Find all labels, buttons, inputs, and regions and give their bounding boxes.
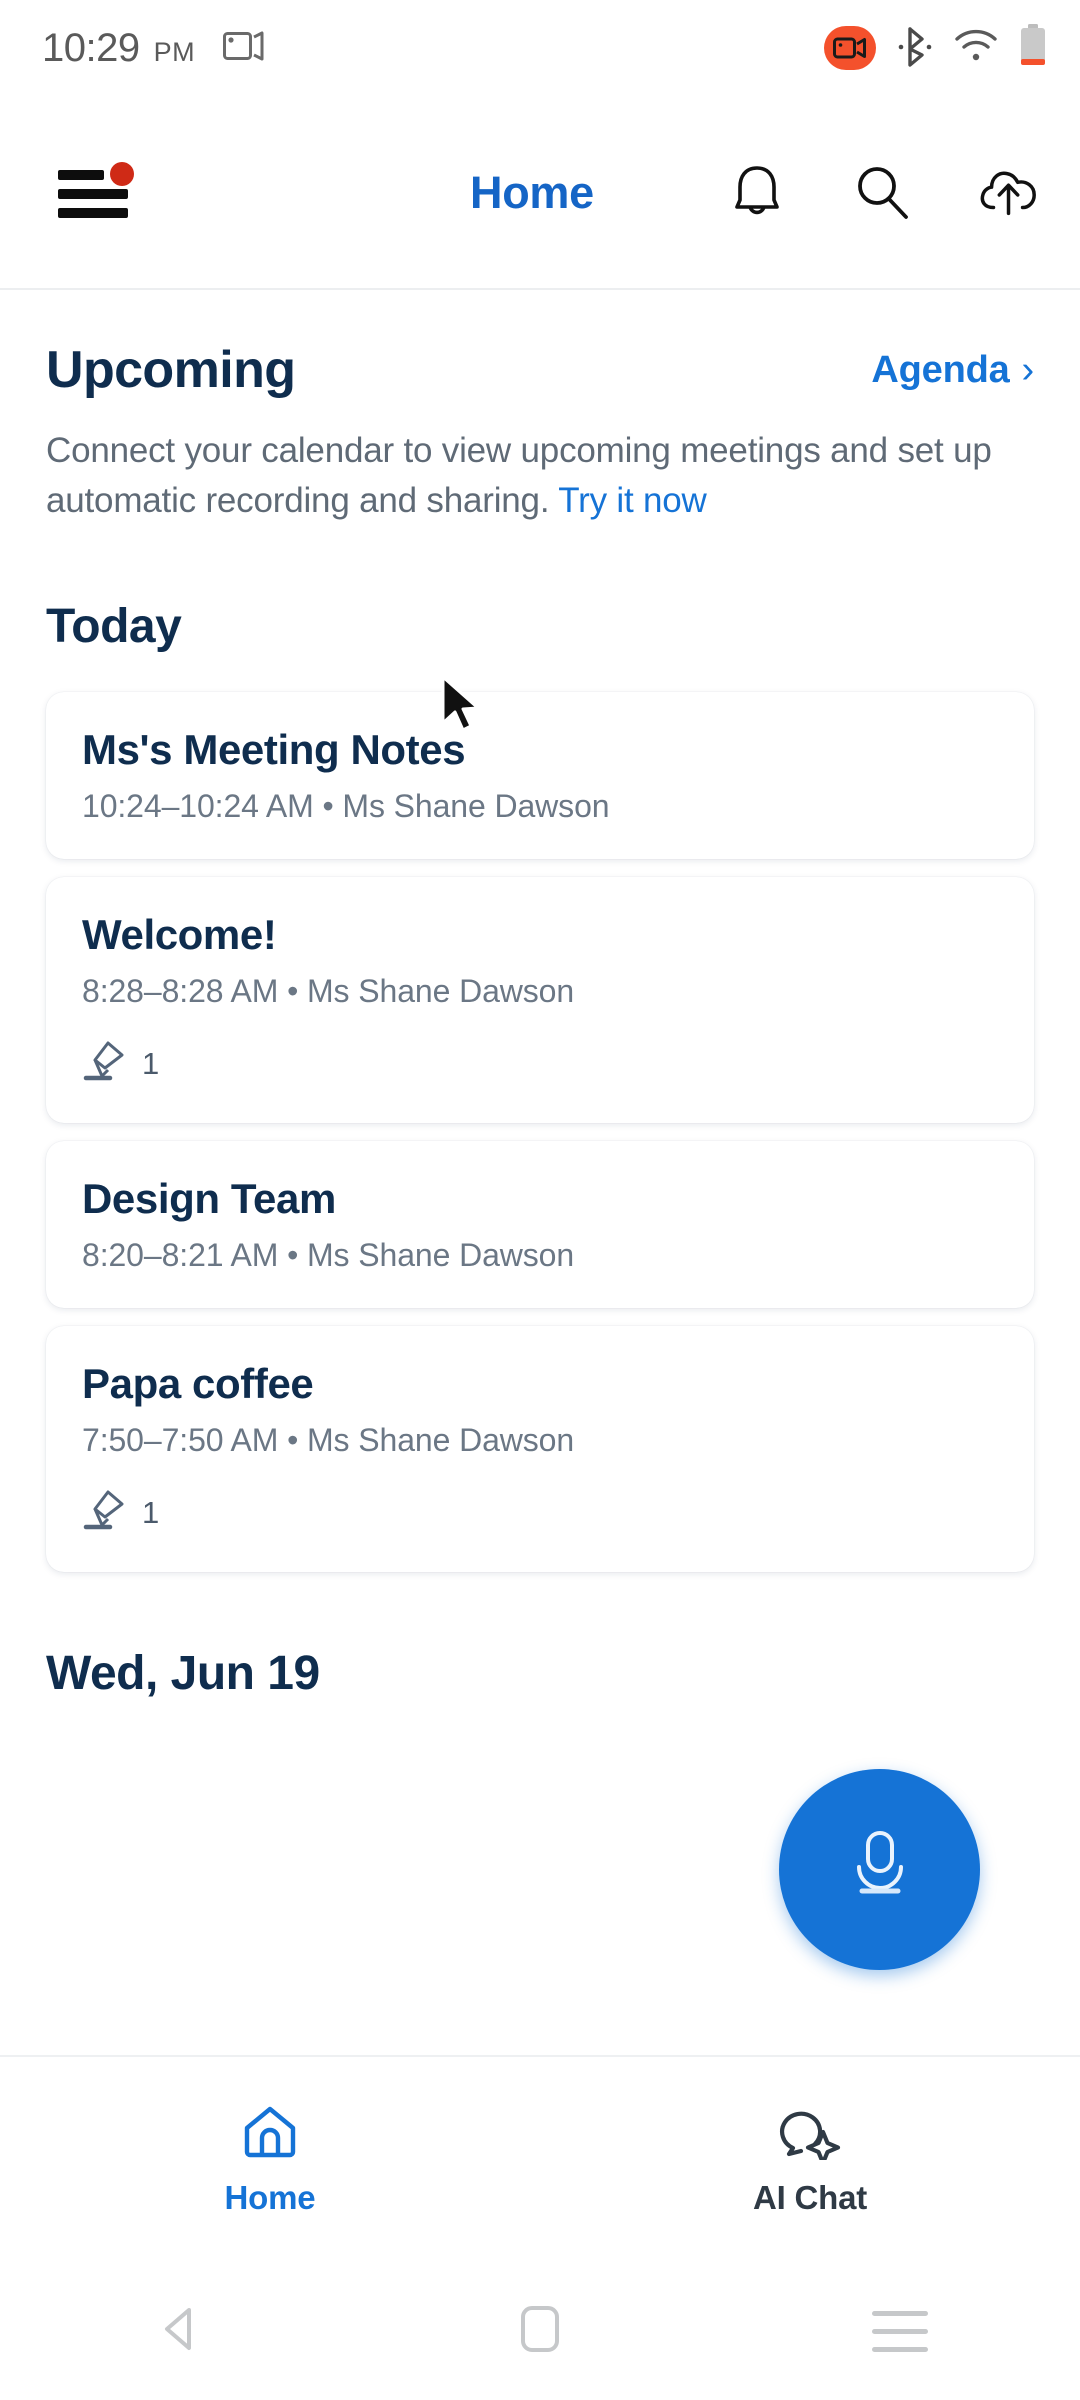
next-day-heading: Wed, Jun 19 (46, 1647, 320, 1701)
back-icon (158, 2305, 202, 2358)
app-bar: Home (0, 96, 1080, 290)
highlighter-icon (82, 1487, 128, 1538)
meeting-card[interactable]: Welcome! 8:28–8:28 AM • Ms Shane Dawson (46, 877, 1034, 1124)
menu-badge-dot (110, 162, 134, 186)
record-fab-button[interactable] (779, 1769, 980, 1970)
meeting-subtitle: 10:24–10:24 AM • Ms Shane Dawson (82, 788, 998, 825)
meeting-time: 7:50–7:50 AM (82, 1422, 279, 1459)
wifi-icon (954, 28, 998, 69)
hamburger-line (58, 189, 128, 199)
meeting-title: Papa coffee (82, 1360, 314, 1408)
meeting-subtitle: 8:20–8:21 AM • Ms Shane Dawson (82, 1237, 998, 1274)
recents-icon (872, 2311, 928, 2352)
meeting-owner: Ms Shane Dawson (342, 788, 610, 825)
meeting-title: Ms's Meeting Notes (82, 726, 466, 774)
bottom-nav-label: Home (224, 2178, 316, 2216)
meeting-owner: Ms Shane Dawson (307, 1422, 575, 1459)
highlight-count: 1 (142, 1494, 160, 1530)
hamburger-line (58, 208, 128, 218)
hamburger-menu-icon[interactable] (58, 162, 134, 224)
system-home-button[interactable] (360, 2304, 720, 2359)
meeting-owner: Ms Shane Dawson (307, 973, 575, 1010)
meeting-time: 8:20–8:21 AM (82, 1237, 279, 1274)
highlighter-icon (82, 1038, 128, 1089)
upcoming-description-text: Connect your calendar to view upcoming m… (46, 431, 992, 520)
app-bar-actions (726, 162, 1040, 224)
bluetooth-icon (898, 25, 932, 72)
upcoming-description: Connect your calendar to view upcoming m… (0, 400, 1080, 525)
screen-record-icon (824, 26, 876, 70)
meeting-separator: • (287, 1237, 299, 1274)
battery-icon (1020, 23, 1046, 73)
meeting-time: 8:28–8:28 AM (82, 973, 279, 1010)
meeting-owner: Ms Shane Dawson (307, 1237, 575, 1274)
bottom-nav-label: AI Chat (752, 2178, 868, 2216)
ai-chat-sparkle-icon (779, 2104, 841, 2165)
meeting-separator: • (287, 973, 299, 1010)
bottom-navigation: Home AI Chat (0, 2057, 1080, 2263)
mouse-cursor (440, 675, 486, 742)
meeting-subtitle: 7:50–7:50 AM • Ms Shane Dawson (82, 1422, 998, 1459)
screen-cast-icon (223, 31, 265, 70)
meeting-time: 10:24–10:24 AM (82, 788, 314, 825)
bottom-nav-item-ai-chat[interactable]: AI Chat (540, 2104, 1080, 2217)
meeting-card[interactable]: Ms's Meeting Notes 10:24–10:24 AM • Ms S… (46, 692, 1034, 860)
today-heading: Today (46, 600, 182, 654)
meeting-highlight-meta: 1 (82, 1487, 998, 1538)
notifications-bell-icon[interactable] (726, 162, 788, 224)
system-navigation-bar (0, 2263, 1080, 2400)
microphone-icon (841, 1825, 919, 1914)
status-ampm: PM (153, 36, 196, 67)
status-bar-left: 10:29 PM (42, 26, 265, 71)
search-icon[interactable] (852, 162, 914, 224)
meeting-title: Welcome! (82, 911, 277, 959)
recents-line (872, 2347, 928, 2352)
upcoming-section-header: Upcoming Agenda › (0, 290, 1080, 400)
meeting-highlight-meta: 1 (82, 1038, 998, 1089)
home-icon (241, 2104, 299, 2165)
system-recents-button[interactable] (720, 2311, 1080, 2352)
status-bar-right (824, 23, 1046, 73)
try-it-now-link[interactable]: Try it now (558, 481, 707, 520)
meeting-separator: • (287, 1422, 299, 1459)
meeting-card[interactable]: Design Team 8:20–8:21 AM • Ms Shane Daws… (46, 1141, 1034, 1309)
agenda-link[interactable]: Agenda › (871, 349, 1034, 392)
status-time: 10:29 (42, 25, 140, 70)
recents-line (872, 2329, 928, 2334)
meeting-subtitle: 8:28–8:28 AM • Ms Shane Dawson (82, 973, 998, 1010)
system-back-button[interactable] (0, 2305, 360, 2358)
upcoming-title: Upcoming (46, 341, 296, 399)
bottom-nav-item-home[interactable]: Home (0, 2104, 540, 2217)
meeting-separator: • (322, 788, 334, 825)
chevron-right-icon: › (1021, 349, 1035, 391)
page-title: Home (470, 167, 594, 218)
today-meeting-list: Ms's Meeting Notes 10:24–10:24 AM • Ms S… (0, 654, 1080, 1573)
meeting-card[interactable]: Papa coffee 7:50–7:50 AM • Ms Shane Daws… (46, 1326, 1034, 1573)
main-content: Upcoming Agenda › Connect your calendar … (0, 290, 1080, 1701)
recents-line (872, 2311, 928, 2316)
cloud-upload-icon[interactable] (978, 162, 1040, 224)
hamburger-line (58, 170, 104, 180)
agenda-label: Agenda (871, 348, 1010, 391)
home-square-icon (519, 2304, 561, 2359)
meeting-title: Design Team (82, 1175, 336, 1223)
status-bar: 10:29 PM (0, 0, 1080, 96)
phone-screen: 10:29 PM Home Upcoming Agenda › Connect … (0, 0, 1080, 2400)
highlight-count: 1 (142, 1045, 160, 1081)
